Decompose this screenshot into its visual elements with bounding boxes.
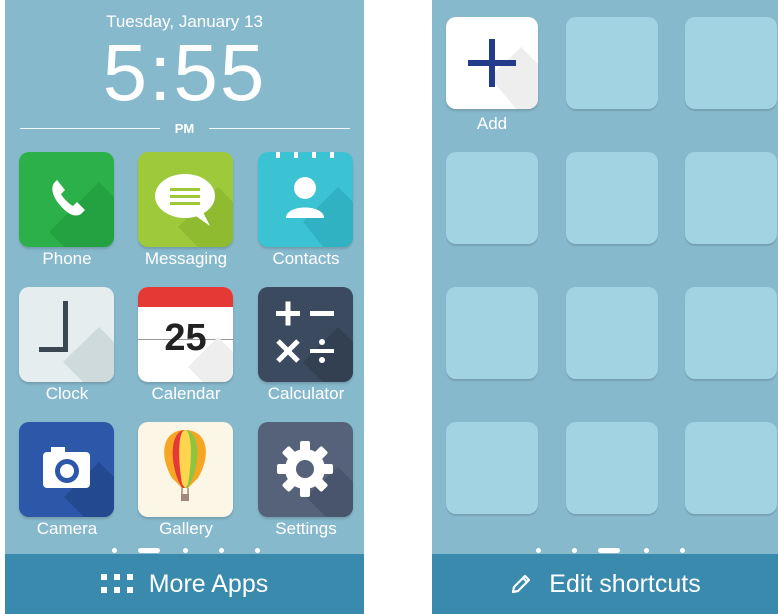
app-label: Camera	[36, 519, 98, 538]
app-clock[interactable]: Clock	[19, 287, 114, 404]
lock-time: 5:55	[102, 28, 267, 117]
app-label: Gallery	[159, 519, 213, 538]
empty-shortcut-slot[interactable]	[685, 287, 777, 379]
page-dot-active	[598, 548, 620, 553]
calendar-icon: 25	[138, 287, 233, 382]
app-phone[interactable]: Phone	[19, 152, 114, 269]
empty-shortcut-slot[interactable]	[566, 152, 658, 244]
apps-grid-icon	[100, 574, 133, 594]
empty-shortcut-slot[interactable]	[685, 17, 777, 109]
home-screen: Tuesday, January 13 5:55 PM Phone Messag…	[5, 0, 364, 614]
page-dot	[112, 548, 117, 553]
more-apps-label: More Apps	[148, 569, 269, 598]
page-dot	[680, 548, 685, 553]
empty-shortcut-slot[interactable]	[446, 287, 538, 379]
empty-shortcut-slot[interactable]	[566, 287, 658, 379]
calendar-day: 25	[164, 317, 207, 359]
app-label: Contacts	[272, 249, 340, 268]
messaging-icon	[138, 152, 233, 247]
empty-shortcut-slot[interactable]	[685, 152, 777, 244]
app-messaging[interactable]: Messaging	[138, 152, 233, 269]
app-label: Calculator	[267, 384, 345, 403]
app-label: Settings	[275, 519, 337, 538]
empty-shortcut-slot[interactable]	[566, 422, 658, 514]
more-apps-button[interactable]: More Apps	[5, 554, 364, 614]
empty-shortcut-slot[interactable]	[446, 422, 538, 514]
app-calendar[interactable]: 25 Calendar	[138, 287, 233, 404]
app-settings[interactable]: Settings	[258, 422, 353, 539]
page-dot	[644, 548, 649, 553]
page-dot-active	[138, 548, 160, 553]
empty-shortcut-slot[interactable]	[566, 17, 658, 109]
shortcut-screen: Add Edit shortcuts	[432, 0, 778, 614]
page-dot	[255, 548, 260, 553]
gallery-icon	[138, 422, 233, 517]
empty-shortcut-slot[interactable]	[685, 422, 777, 514]
page-dot	[183, 548, 188, 553]
clock-icon	[19, 287, 114, 382]
edit-shortcuts-label: Edit shortcuts	[549, 569, 701, 598]
phone-icon	[19, 152, 114, 247]
settings-icon	[258, 422, 353, 517]
app-label: Messaging	[144, 249, 228, 268]
camera-icon	[19, 422, 114, 517]
app-contacts[interactable]: Contacts	[258, 152, 353, 269]
page-dot	[536, 548, 541, 553]
app-label: Phone	[42, 249, 92, 268]
app-gallery[interactable]: Gallery	[138, 422, 233, 539]
app-camera[interactable]: Camera	[19, 422, 114, 539]
app-label: Calendar	[151, 384, 221, 403]
edit-shortcuts-button[interactable]: Edit shortcuts	[432, 554, 778, 614]
time-divider-right	[209, 128, 350, 129]
pencil-icon	[509, 572, 533, 596]
plus-icon	[468, 39, 538, 109]
page-dot	[219, 548, 224, 553]
add-label: Add	[476, 114, 508, 133]
app-calculator[interactable]: Calculator	[258, 287, 353, 404]
contacts-icon	[258, 152, 353, 247]
page-dot	[572, 548, 577, 553]
app-label: Clock	[45, 384, 89, 403]
empty-shortcut-slot[interactable]	[446, 152, 538, 244]
add-shortcut-button[interactable]	[446, 17, 538, 109]
calculator-icon	[258, 287, 353, 382]
